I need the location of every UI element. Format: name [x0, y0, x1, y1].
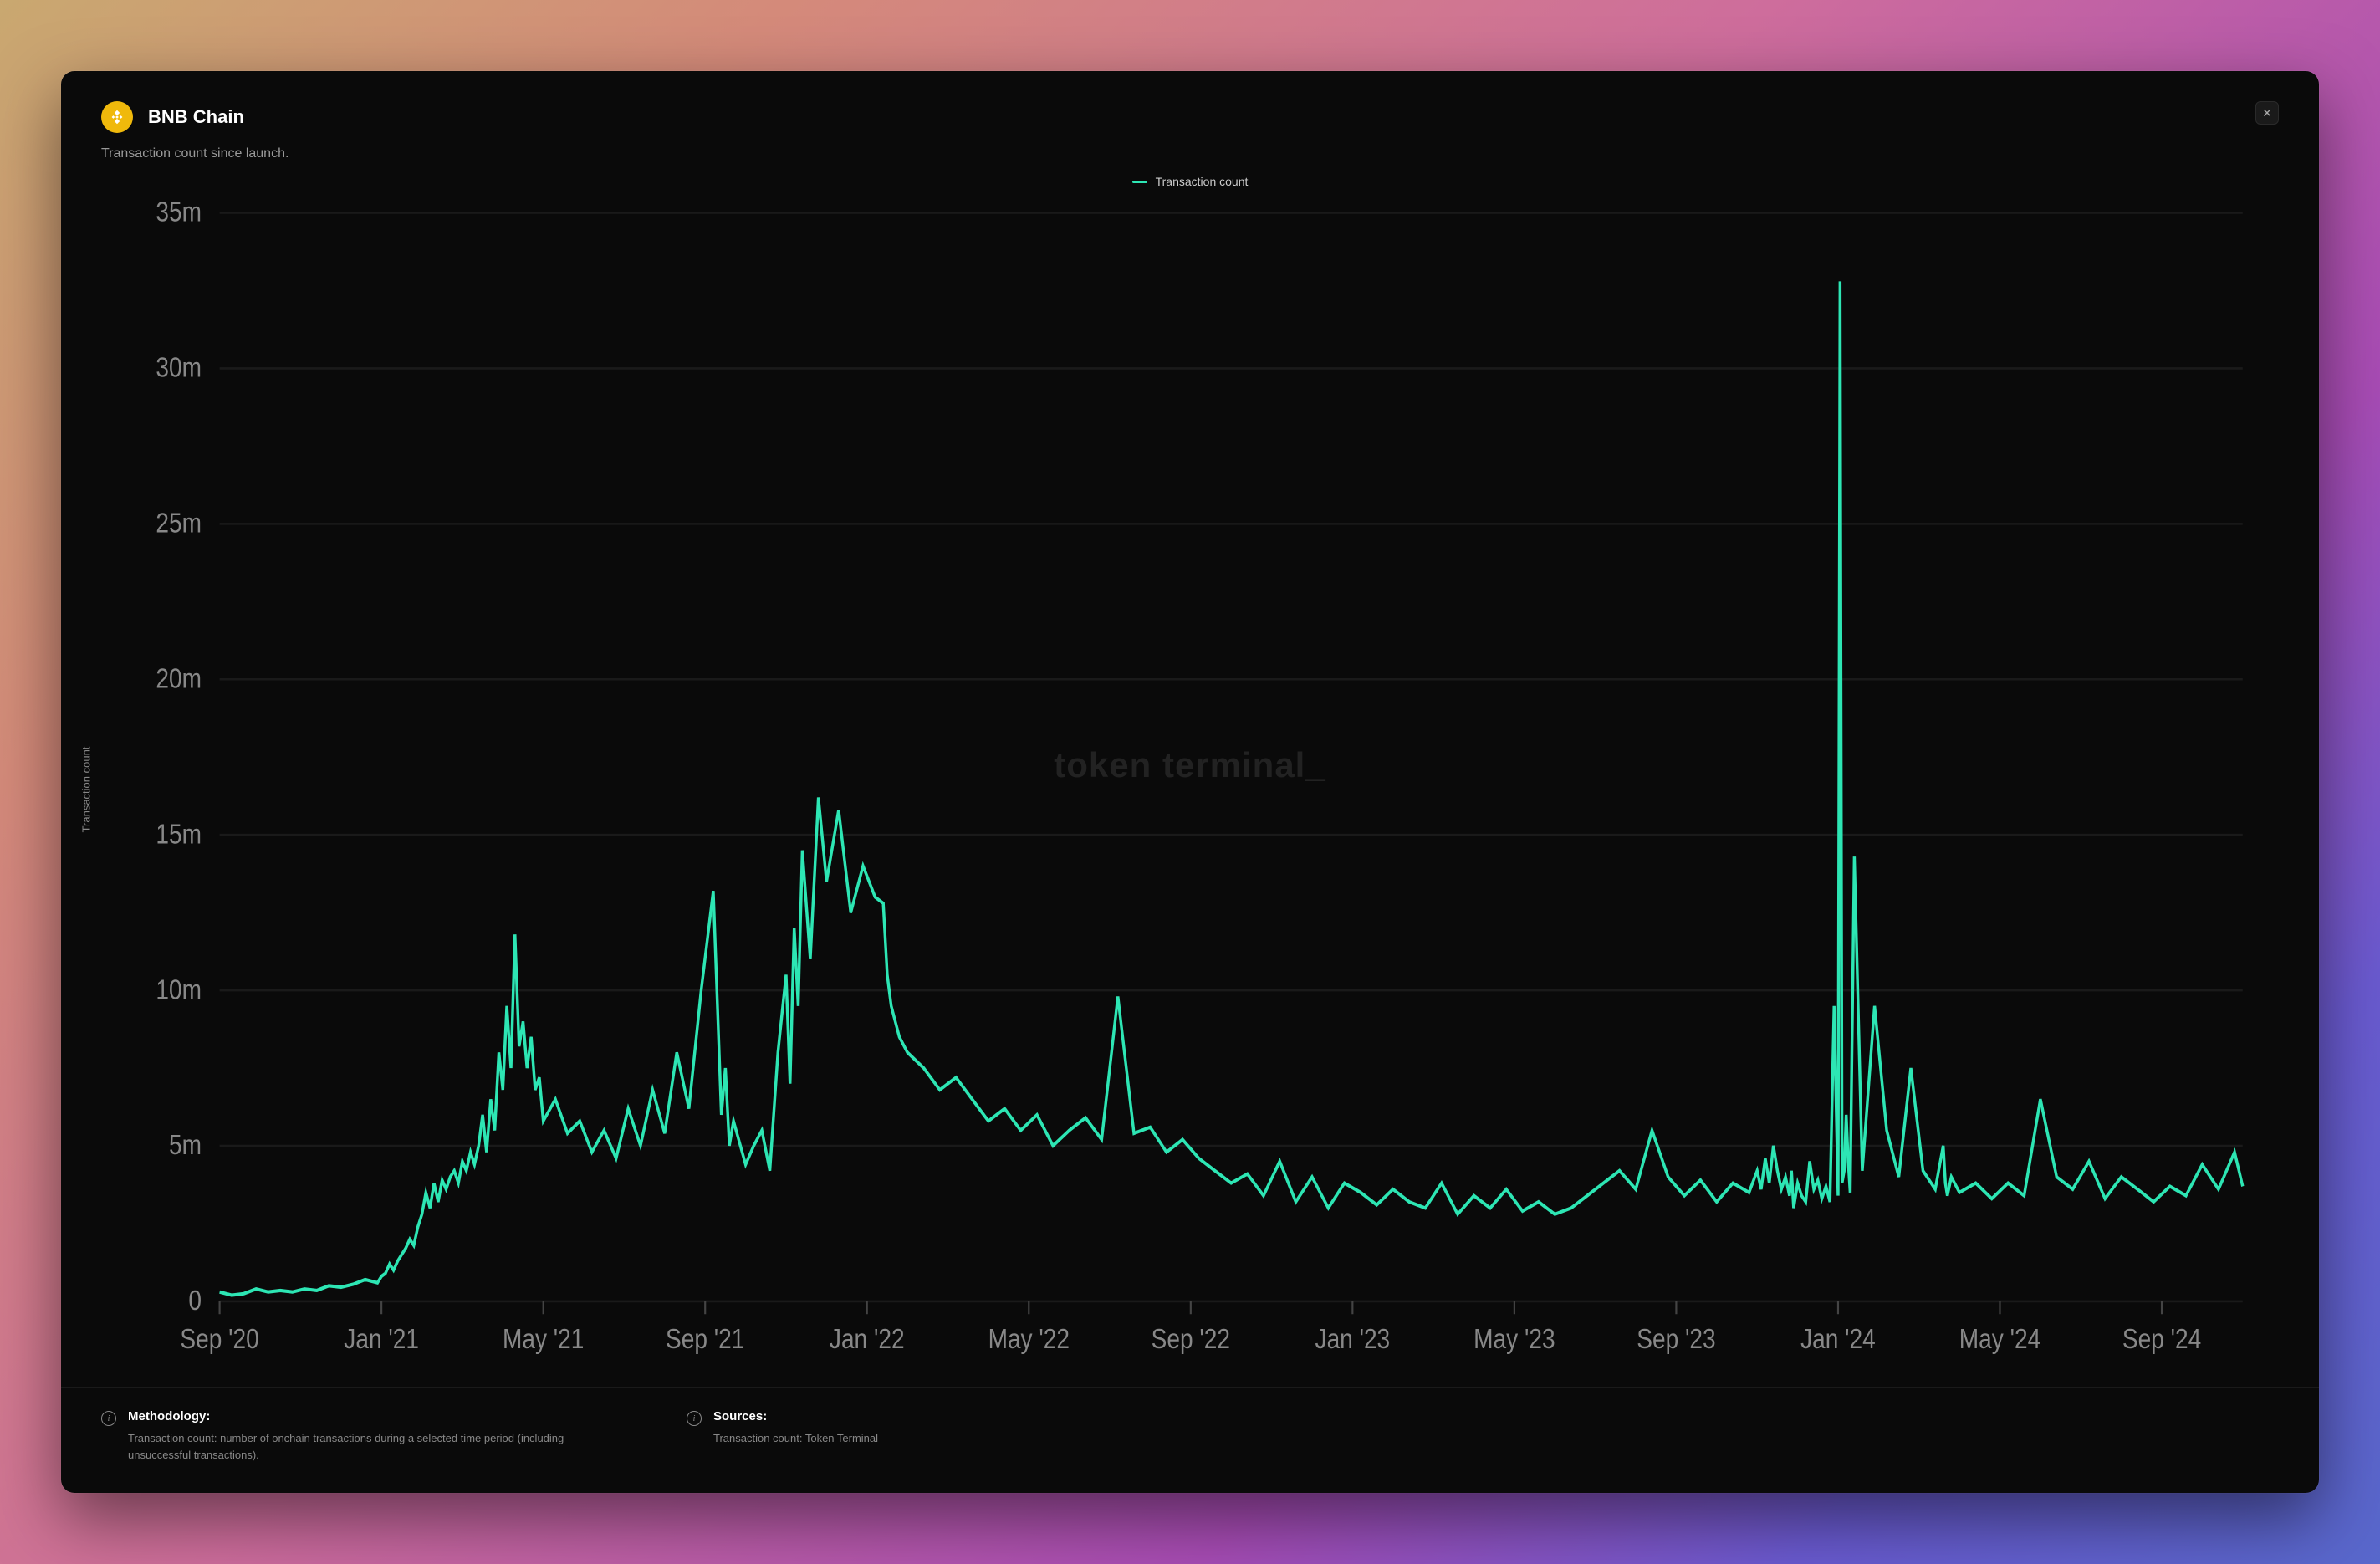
card-header: BNB Chain ✕ [61, 71, 2319, 133]
svg-text:Sep '21: Sep '21 [666, 1323, 744, 1355]
svg-text:May '23: May '23 [1473, 1323, 1555, 1355]
svg-text:25m: 25m [156, 507, 202, 539]
sources-title: Sources: [713, 1409, 878, 1423]
svg-text:10m: 10m [156, 974, 202, 1005]
info-icon: i [687, 1411, 702, 1426]
svg-text:Jan '23: Jan '23 [1315, 1323, 1391, 1355]
bnb-logo-icon [101, 101, 133, 133]
y-axis-label: Transaction count [80, 746, 93, 832]
svg-text:May '24: May '24 [1959, 1323, 2040, 1355]
sources-block: i Sources: Transaction count: Token Term… [687, 1409, 1205, 1463]
subtitle: Transaction count since launch. [61, 133, 2319, 170]
legend-swatch [1132, 181, 1147, 183]
svg-text:Sep '20: Sep '20 [180, 1323, 258, 1355]
svg-text:Sep '23: Sep '23 [1637, 1323, 1715, 1355]
svg-text:May '21: May '21 [503, 1323, 584, 1355]
svg-text:15m: 15m [156, 818, 202, 850]
close-icon: ✕ [2262, 107, 2272, 119]
svg-text:May '22: May '22 [988, 1323, 1070, 1355]
chart-legend: Transaction count [61, 170, 2319, 192]
methodology-title: Methodology: [128, 1409, 620, 1423]
svg-text:0: 0 [188, 1285, 202, 1316]
card-footer: i Methodology: Transaction count: number… [61, 1387, 2319, 1493]
sources-text: Transaction count: Token Terminal [713, 1430, 878, 1447]
methodology-block: i Methodology: Transaction count: number… [101, 1409, 620, 1463]
title-row: BNB Chain [101, 101, 244, 133]
svg-text:35m: 35m [156, 197, 202, 228]
svg-text:Sep '24: Sep '24 [2122, 1323, 2201, 1355]
info-icon: i [101, 1411, 116, 1426]
page-title: BNB Chain [148, 106, 244, 128]
svg-text:30m: 30m [156, 351, 202, 383]
legend-label: Transaction count [1156, 175, 1249, 188]
chart-area: Transaction count token terminal_ 05m10m… [61, 192, 2319, 1387]
svg-text:20m: 20m [156, 662, 202, 694]
chart-card: BNB Chain ✕ Transaction count since laun… [61, 71, 2319, 1493]
svg-text:5m: 5m [169, 1129, 202, 1161]
svg-text:Jan '24: Jan '24 [1800, 1323, 1876, 1355]
close-button[interactable]: ✕ [2255, 101, 2279, 125]
chart-svg: 0 5m 10m 15m 20m 25m 30m 35m Sep '20 Jan '21 May '… [111, 192, 2279, 1387]
svg-text:Jan '21: Jan '21 [344, 1323, 419, 1355]
methodology-text: Transaction count: number of onchain tra… [128, 1430, 620, 1463]
svg-text:Sep '22: Sep '22 [1152, 1323, 1230, 1355]
svg-text:Jan '22: Jan '22 [830, 1323, 905, 1355]
